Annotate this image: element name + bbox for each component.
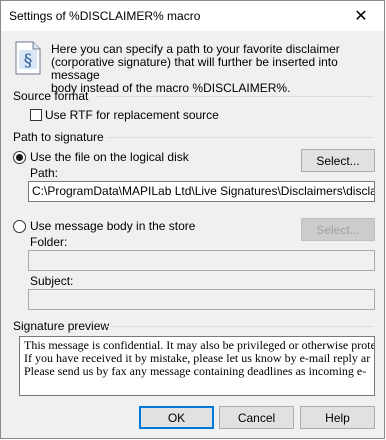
signature-preview-divider bbox=[107, 326, 374, 327]
ok-button[interactable]: OK bbox=[139, 406, 214, 429]
select-file-button[interactable]: Select... bbox=[301, 149, 375, 172]
store-radio[interactable] bbox=[13, 220, 26, 233]
settings-dialog: Settings of %DISCLAIMER% macro ✕ § Here … bbox=[0, 0, 385, 439]
help-button[interactable]: Help bbox=[300, 406, 375, 429]
window-title: Settings of %DISCLAIMER% macro bbox=[9, 9, 201, 23]
subject-label: Subject: bbox=[30, 274, 74, 288]
source-format-label: Source format bbox=[13, 89, 89, 103]
path-to-signature-divider bbox=[107, 137, 374, 138]
close-icon[interactable]: ✕ bbox=[338, 1, 384, 31]
use-rtf-checkbox[interactable] bbox=[30, 109, 42, 121]
folder-input[interactable] bbox=[28, 250, 375, 271]
store-label[interactable]: Use message body in the store bbox=[30, 219, 195, 233]
preview-line-3: Please send us by fax any message contai… bbox=[24, 364, 367, 378]
subject-input[interactable] bbox=[28, 289, 375, 310]
path-to-signature-label: Path to signature bbox=[13, 130, 104, 144]
signature-preview-label: Signature preview bbox=[13, 319, 110, 333]
document-section-icon: § bbox=[15, 41, 41, 75]
info-description: Here you can specify a path to your favo… bbox=[51, 43, 371, 95]
section-glyph: § bbox=[24, 51, 33, 71]
radio-selected-dot bbox=[16, 154, 23, 161]
info-line-3: body instead of the macro %DISCLAIMER%. bbox=[51, 81, 291, 95]
title-bar[interactable]: Settings of %DISCLAIMER% macro ✕ bbox=[1, 1, 384, 31]
info-line-2: (corporative signature) that will furthe… bbox=[51, 55, 338, 82]
signature-preview-box[interactable]: This message is confidential. It may als… bbox=[19, 336, 375, 396]
path-input[interactable]: C:\ProgramData\MAPILab Ltd\Live Signatur… bbox=[28, 181, 375, 202]
select-store-button[interactable]: Select... bbox=[301, 218, 375, 241]
logical-disk-radio[interactable] bbox=[13, 151, 26, 164]
folder-label: Folder: bbox=[30, 235, 68, 249]
source-format-divider bbox=[97, 96, 374, 97]
cancel-button[interactable]: Cancel bbox=[219, 406, 294, 429]
logical-disk-label[interactable]: Use the file on the logical disk bbox=[30, 150, 189, 164]
path-label: Path: bbox=[30, 166, 59, 180]
use-rtf-label[interactable]: Use RTF for replacement source bbox=[45, 108, 219, 122]
